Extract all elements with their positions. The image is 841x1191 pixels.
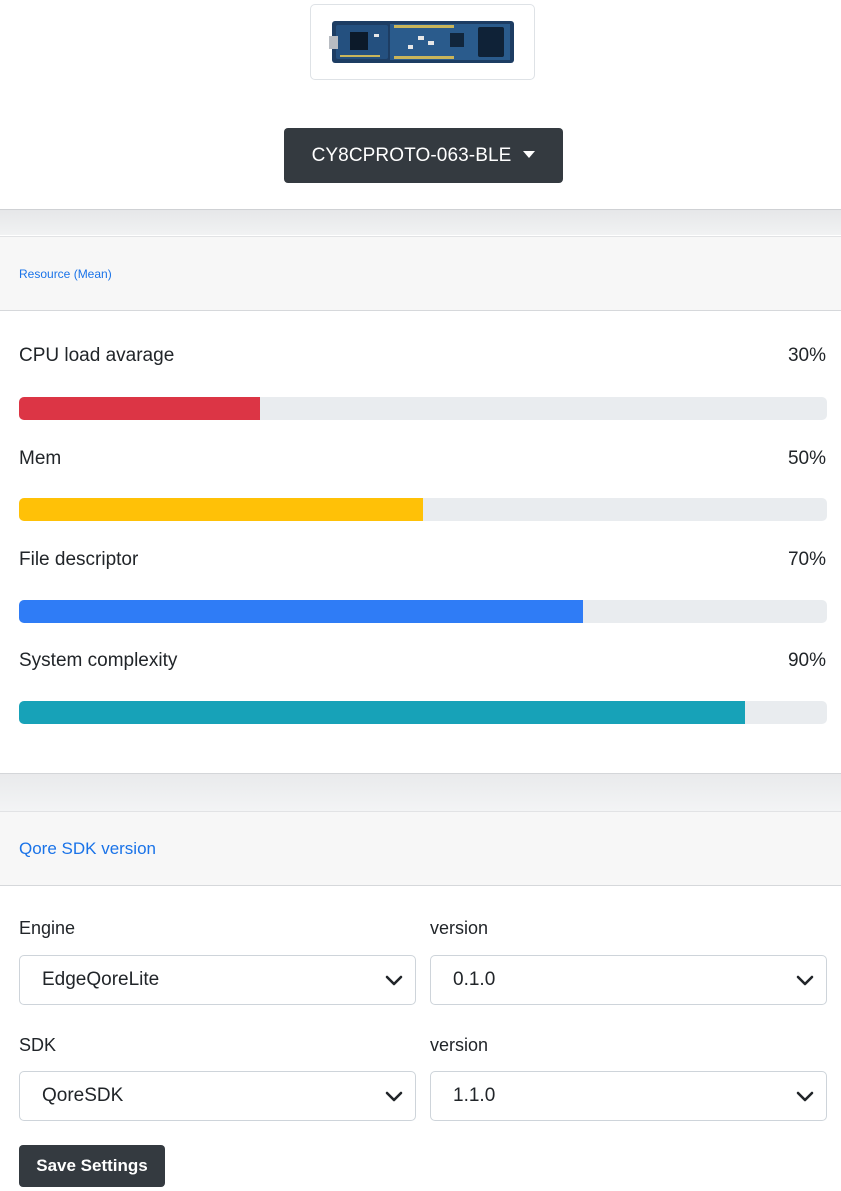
system-complexity-value: 90%: [787, 650, 826, 671]
sdk-header-title: Qore SDK version: [19, 838, 156, 858]
engine-label: Engine: [19, 918, 76, 938]
mem-progress: [19, 498, 827, 521]
mem-value: 50%: [787, 448, 826, 469]
file-descriptor-progress-fill: [19, 600, 583, 623]
engine-version-select[interactable]: 0.1.0: [430, 955, 827, 1005]
engine-select-value: EdgeQoreLite: [42, 969, 160, 990]
system-complexity-label: System complexity: [19, 650, 178, 671]
sdk-version-label: version: [430, 1035, 489, 1055]
chevron-down-icon: [796, 975, 814, 986]
system-complexity-progress: [19, 701, 827, 724]
engine-version-label: version: [430, 918, 489, 938]
system-complexity-progress-fill: [19, 701, 745, 724]
device-select-label: CY8CPROTO-063-BLE: [311, 144, 512, 166]
card-separator: [0, 209, 841, 235]
board-image: [310, 4, 535, 80]
cpu-load-progress: [19, 397, 827, 420]
save-settings-button[interactable]: Save Settings: [19, 1145, 165, 1187]
file-descriptor-label: File descriptor: [19, 549, 139, 570]
sdk-card-header: Qore SDK version: [0, 811, 841, 886]
resource-card-header: Resource (Mean): [0, 236, 841, 311]
resource-header-title: Resource (Mean): [19, 266, 112, 281]
sdk-label: SDK: [19, 1035, 57, 1055]
chevron-down-icon: [385, 975, 403, 986]
sdk-version-select-value: 1.1.0: [453, 1085, 496, 1106]
mem-progress-fill: [19, 498, 423, 521]
cpu-load-value: 30%: [787, 345, 826, 366]
chevron-down-icon: [385, 1091, 403, 1102]
mem-label: Mem: [19, 448, 62, 469]
caret-down-icon: [523, 150, 536, 158]
sdk-version-select[interactable]: 1.1.0: [430, 1071, 827, 1121]
board-picture: [328, 21, 514, 63]
file-descriptor-value: 70%: [787, 549, 826, 570]
engine-select[interactable]: EdgeQoreLite: [19, 955, 416, 1005]
page: CY8CPROTO-063-BLE Resource (Mean) CPU lo…: [0, 0, 841, 1191]
device-select-dropdown[interactable]: CY8CPROTO-063-BLE: [284, 128, 563, 183]
chevron-down-icon: [796, 1091, 814, 1102]
cpu-load-progress-fill: [19, 397, 260, 420]
card-separator: [0, 773, 841, 811]
sdk-select-value: QoreSDK: [42, 1085, 124, 1106]
file-descriptor-progress: [19, 600, 827, 623]
cpu-load-label: CPU load avarage: [19, 345, 175, 366]
sdk-select[interactable]: QoreSDK: [19, 1071, 416, 1121]
engine-version-select-value: 0.1.0: [453, 969, 496, 990]
